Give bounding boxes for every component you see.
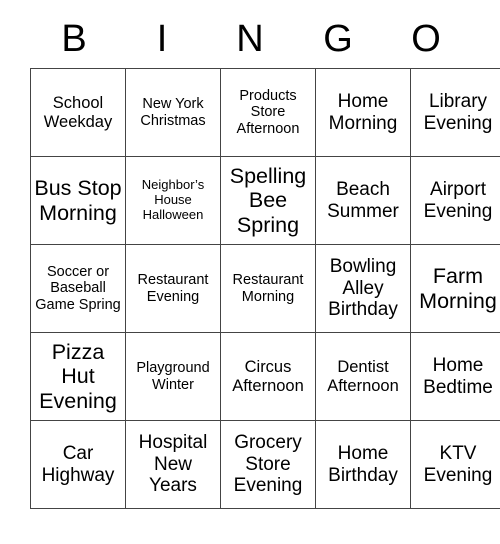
bingo-cell[interactable]: Bus Stop Morning: [30, 156, 126, 245]
bingo-cell[interactable]: Spelling Bee Spring: [220, 156, 316, 245]
bingo-row: Car Highway Hospital New Years Grocery S…: [30, 420, 500, 509]
bingo-header-letter-i: I: [156, 18, 168, 60]
bingo-cell[interactable]: Neighbor’s House Halloween: [125, 156, 221, 245]
bingo-cell[interactable]: Library Evening: [410, 68, 500, 157]
bingo-header-row: B I N G O: [30, 10, 470, 68]
bingo-header-letter-g: G: [323, 18, 353, 60]
bingo-cell[interactable]: Playground Winter: [125, 332, 221, 421]
bingo-cell[interactable]: Restaurant Morning: [220, 244, 316, 333]
bingo-cell[interactable]: Home Morning: [315, 68, 411, 157]
bingo-cell[interactable]: New York Christmas: [125, 68, 221, 157]
bingo-cell[interactable]: KTV Evening: [410, 420, 500, 509]
bingo-header-letter-n: N: [236, 18, 264, 60]
bingo-cell[interactable]: Restaurant Evening: [125, 244, 221, 333]
bingo-cell[interactable]: Beach Summer: [315, 156, 411, 245]
bingo-cell[interactable]: Home Birthday: [315, 420, 411, 509]
bingo-cell[interactable]: Pizza Hut Evening: [30, 332, 126, 421]
bingo-cell[interactable]: Soccer or Baseball Game Spring: [30, 244, 126, 333]
bingo-cell[interactable]: Hospital New Years: [125, 420, 221, 509]
bingo-header-letter-b: B: [61, 18, 87, 60]
bingo-row: Pizza Hut Evening Playground Winter Circ…: [30, 332, 500, 421]
bingo-grid: School Weekday New York Christmas Produc…: [30, 68, 500, 509]
bingo-cell[interactable]: Dentist Afternoon: [315, 332, 411, 421]
bingo-card: B I N G O School Weekday New York Christ…: [30, 10, 500, 509]
bingo-cell[interactable]: School Weekday: [30, 68, 126, 157]
bingo-cell[interactable]: Grocery Store Evening: [220, 420, 316, 509]
bingo-cell[interactable]: Airport Evening: [410, 156, 500, 245]
bingo-row: Bus Stop Morning Neighbor’s House Hallow…: [30, 156, 500, 245]
bingo-cell[interactable]: Products Store Afternoon: [220, 68, 316, 157]
bingo-cell[interactable]: Home Bedtime: [410, 332, 500, 421]
bingo-row: Soccer or Baseball Game Spring Restauran…: [30, 244, 500, 333]
bingo-header-letter-o: O: [411, 18, 441, 60]
bingo-row: School Weekday New York Christmas Produc…: [30, 68, 500, 157]
bingo-cell[interactable]: Farm Morning: [410, 244, 500, 333]
bingo-cell[interactable]: Car Highway: [30, 420, 126, 509]
bingo-cell[interactable]: Bowling Alley Birthday: [315, 244, 411, 333]
bingo-cell[interactable]: Circus Afternoon: [220, 332, 316, 421]
